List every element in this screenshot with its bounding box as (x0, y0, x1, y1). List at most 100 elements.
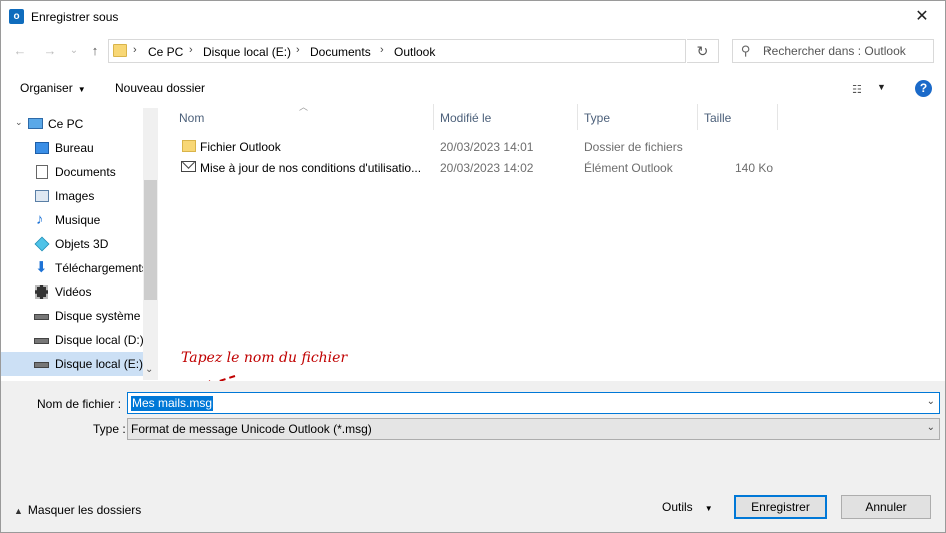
sidebar-item-ce-pc[interactable]: ⌄ Ce PC (1, 112, 143, 136)
sidebar-item-label: Objets 3D (55, 237, 109, 251)
save-form: Nom de fichier : Mes mails.msg ⌄ Type : … (1, 381, 945, 532)
column-header-type[interactable]: Type (578, 104, 698, 130)
tools-menu[interactable]: Outils ▼ (662, 500, 713, 514)
sidebar-item-label: Images (55, 189, 95, 203)
filename-label: Nom de fichier : (37, 397, 122, 411)
file-name: Fichier Outlook (200, 140, 281, 154)
column-header-label: Type (584, 111, 611, 125)
forward-button[interactable]: → (41, 42, 59, 60)
outlook-icon: o (9, 9, 24, 24)
documents-icon (36, 165, 48, 179)
sidebar-item-bureau[interactable]: Bureau (1, 136, 143, 160)
navigation-pane: ⌄ Ce PC Bureau Documents Images ♪ Musiqu… (1, 108, 158, 380)
sidebar-item-disque-systeme[interactable]: Disque système (1, 304, 143, 328)
forward-arrow-icon: → (43, 43, 57, 58)
file-type: Élément Outlook (584, 161, 673, 175)
sidebar-item-musique[interactable]: ♪ Musique (1, 208, 143, 232)
sidebar-item-label: Ce PC (48, 117, 84, 131)
chevron-down-icon[interactable]: ⌄ (927, 422, 935, 433)
help-glyph: ? (919, 81, 928, 95)
toolbar: Organiser ▼ Nouveau dossier ☷ ▼ ? (1, 74, 945, 104)
computer-icon (28, 118, 43, 129)
sidebar-item-label: Disque local (D:) (55, 333, 144, 347)
folder-icon (182, 140, 196, 152)
breadcrumb-item[interactable]: Documents (310, 45, 371, 59)
close-button[interactable]: ✕ (899, 1, 945, 32)
window-title: Enregistrer sous (31, 10, 119, 24)
back-button[interactable]: ← (11, 42, 29, 60)
recent-locations-button[interactable]: ⌄ (65, 42, 83, 60)
view-options-icon[interactable]: ☷ (852, 83, 862, 96)
column-header-name[interactable]: Nom (173, 104, 434, 130)
chevron-down-icon[interactable]: ⌄ (15, 117, 23, 128)
sidebar-item-label: Vidéos (55, 285, 92, 299)
refresh-icon: ↻ (696, 43, 709, 59)
close-icon: ✕ (915, 8, 929, 25)
address-bar[interactable]: › Ce PC › Disque local (E:) › Documents … (108, 39, 773, 63)
search-icon: ⚲ (741, 43, 751, 58)
folder-icon (113, 44, 127, 57)
help-icon[interactable]: ? (915, 80, 932, 97)
search-input[interactable] (763, 44, 931, 58)
dropdown-arrow-icon[interactable]: ▼ (877, 82, 886, 92)
cancel-button[interactable]: Annuler (841, 495, 931, 519)
music-icon: ♪ (36, 211, 44, 228)
save-button[interactable]: Enregistrer (734, 495, 827, 519)
chevron-down-icon[interactable]: ⌄ (145, 364, 153, 375)
sidebar-item-objets-3d[interactable]: Objets 3D (1, 232, 143, 256)
hide-folders-toggle[interactable]: ▲ Masquer les dossiers (14, 503, 141, 517)
sidebar-item-label: Disque système (55, 309, 141, 323)
navigation-scrollbar[interactable]: ⌄ (143, 108, 158, 380)
file-type: Dossier de fichiers (584, 140, 683, 154)
dropdown-arrow-icon: ▼ (704, 504, 713, 513)
file-list: ︿ Nom Modifié le Type Taille Fichier Out… (161, 102, 945, 380)
file-modified: 20/03/2023 14:02 (440, 161, 534, 175)
file-row[interactable]: Fichier Outlook 20/03/2023 14:01 Dossier… (161, 136, 781, 157)
sidebar-item-disque-d[interactable]: Disque local (D:) (1, 328, 144, 352)
sidebar-item-disque-e[interactable]: Disque local (E:) (1, 352, 143, 376)
drive-icon (34, 314, 49, 320)
type-value: Format de message Unicode Outlook (*.msg… (131, 422, 372, 436)
column-header-modified[interactable]: Modifié le (434, 104, 578, 130)
chevron-up-icon: ▲ (14, 506, 23, 516)
desktop-icon (35, 142, 49, 154)
sidebar-item-images[interactable]: Images (1, 184, 143, 208)
breadcrumb-item[interactable]: Outlook (394, 45, 435, 59)
sidebar-item-label: Documents (55, 165, 116, 179)
organize-menu[interactable]: Organiser ▼ (20, 81, 86, 95)
filename-value[interactable]: Mes mails.msg (131, 396, 214, 411)
chevron-down-icon: ⌄ (69, 45, 79, 56)
breadcrumb-item[interactable]: Disque local (E:) (203, 45, 291, 59)
search-box[interactable]: ⚲ (732, 39, 934, 63)
chevron-down-icon[interactable]: ⌄ (927, 396, 935, 407)
file-size: 140 Ko (735, 161, 774, 175)
breadcrumb-separator: › (380, 44, 384, 56)
column-header-size[interactable]: Taille (698, 104, 778, 130)
filename-field[interactable]: Mes mails.msg ⌄ (127, 392, 940, 414)
videos-icon (35, 285, 48, 299)
breadcrumb-separator: › (133, 44, 137, 56)
hide-folders-label: Masquer les dossiers (27, 503, 142, 517)
type-select[interactable]: Format de message Unicode Outlook (*.msg… (127, 418, 940, 440)
up-button[interactable]: ↑ (86, 42, 104, 60)
file-modified: 20/03/2023 14:01 (440, 140, 534, 154)
column-header-label: Nom (179, 111, 205, 125)
sidebar-item-videos[interactable]: Vidéos (1, 280, 143, 304)
breadcrumb-item[interactable]: Ce PC (148, 45, 183, 59)
column-header-label: Taille (704, 111, 732, 125)
refresh-button[interactable]: ↻ (687, 39, 719, 63)
scrollbar-thumb[interactable] (144, 180, 157, 300)
new-folder-button[interactable]: Nouveau dossier (115, 81, 205, 95)
downloads-icon: ⬇ (35, 259, 48, 276)
sidebar-item-label: Téléchargements (55, 261, 148, 275)
dropdown-arrow-icon: ▼ (77, 85, 86, 94)
file-row[interactable]: Mise à jour de nos conditions d'utilisat… (161, 157, 781, 178)
back-arrow-icon: ← (13, 43, 27, 58)
mail-icon (181, 161, 196, 172)
sidebar-item-documents[interactable]: Documents (1, 160, 143, 184)
images-icon (35, 190, 49, 202)
file-name: Mise à jour de nos conditions d'utilisat… (200, 161, 422, 175)
breadcrumb-separator: › (189, 44, 193, 56)
sidebar-item-telechargements[interactable]: ⬇ Téléchargements (1, 256, 148, 280)
navigation-bar: ← → ⌄ ↑ › Ce PC › Disque local (E:) › Do… (1, 32, 945, 72)
